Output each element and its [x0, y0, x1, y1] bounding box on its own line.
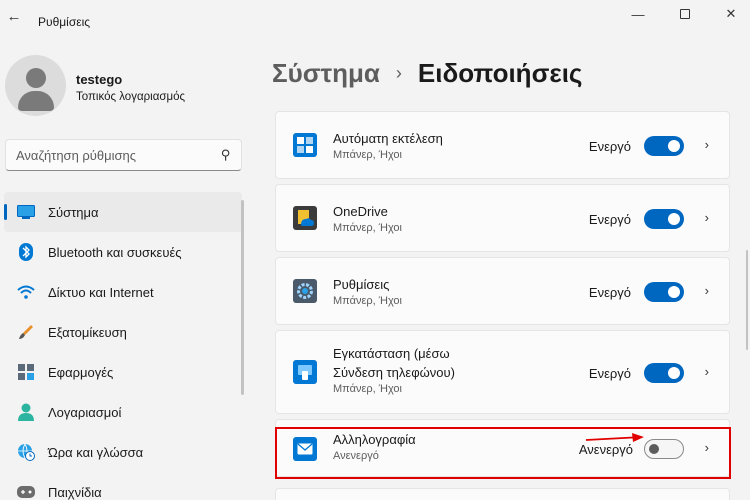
app-name: Ρυθμίσεις — [333, 277, 390, 292]
page-title: Ειδοποιήσεις — [417, 58, 583, 88]
title-bar: ← Ρυθμίσεις — ✕ — [0, 0, 750, 30]
bluetooth-icon — [16, 243, 36, 261]
chevron-right-icon[interactable]: › — [705, 137, 709, 152]
app-name-line1: Εγκατάσταση (μέσω — [333, 346, 450, 361]
chevron-right-icon[interactable]: › — [705, 364, 709, 379]
autoplay-icon — [293, 133, 317, 157]
app-row-onedrive[interactable]: OneDrive Μπάνερ, Ήχοι Ενεργό › — [275, 184, 730, 252]
arrow-left-icon: ← — [6, 7, 22, 25]
close-button[interactable]: ✕ — [708, 2, 750, 26]
sidebar-item-system[interactable]: Σύστημα — [4, 192, 242, 232]
search-icon[interactable]: ⚲ — [221, 147, 231, 163]
sidebar-nav: Σύστημα Bluetooth και συσκευές Δίκτυο κα… — [0, 192, 245, 500]
sidebar-item-time-language[interactable]: Ώρα και γλώσσα — [0, 432, 245, 472]
app-row-mail[interactable]: Αλληλογραφία Ανενεργό Ανενεργό › — [275, 419, 730, 477]
chevron-right-icon: › — [395, 63, 402, 83]
toggle-state-label: Ενεργό — [588, 366, 631, 381]
search-input[interactable]: Αναζήτηση ρύθμισης — [16, 148, 221, 163]
back-button[interactable]: ← — [0, 4, 28, 28]
minimize-button[interactable]: — — [615, 2, 661, 26]
sidebar-item-accounts[interactable]: Λογαριασμοί — [0, 392, 245, 432]
settings-gear-icon — [293, 279, 317, 303]
apps-icon — [16, 363, 36, 381]
avatar[interactable] — [5, 55, 66, 116]
sidebar-item-label: Bluetooth και συσκευές — [48, 244, 182, 260]
sidebar-item-label: Παιχνίδια — [48, 484, 102, 500]
paintbrush-icon — [16, 323, 36, 341]
app-name: OneDrive — [333, 204, 388, 219]
wifi-icon — [16, 283, 36, 301]
app-row-autoplay[interactable]: Αυτόματη εκτέλεση Μπάνερ, Ήχοι Ενεργό › — [275, 111, 730, 179]
onedrive-icon — [293, 206, 317, 230]
avatar-body-shape — [18, 91, 54, 111]
sidebar-item-personalization[interactable]: Εξατομίκευση — [0, 312, 245, 352]
notification-toggle[interactable] — [644, 363, 684, 383]
app-name-line2: Σύνδεση τηλεφώνου) — [333, 365, 455, 380]
app-notification-types: Μπάνερ, Ήχοι — [333, 222, 402, 234]
sidebar-item-label: Λογαριασμοί — [48, 404, 122, 420]
sidebar-item-gaming[interactable]: Παιχνίδια — [0, 472, 245, 500]
mail-icon — [293, 437, 317, 461]
notification-toggle[interactable] — [644, 136, 684, 156]
avatar-head-shape — [26, 68, 46, 88]
toggle-knob — [668, 286, 680, 298]
sidebar-item-network[interactable]: Δίκτυο και Internet — [0, 272, 245, 312]
app-row-phone-link-setup[interactable]: Εγκατάσταση (μέσω Σύνδεση τηλεφώνου) Μπά… — [275, 330, 730, 414]
app-notification-state: Ανενεργό — [333, 450, 379, 462]
gamepad-icon — [16, 483, 36, 500]
toggle-state-label: Ενεργό — [588, 139, 631, 154]
app-notification-types: Μπάνερ, Ήχοι — [333, 149, 402, 161]
toggle-knob — [649, 444, 659, 454]
person-icon — [16, 403, 36, 421]
toggle-knob — [668, 140, 680, 152]
notification-toggle[interactable] — [644, 439, 684, 459]
breadcrumb: Σύστημα › Ειδοποιήσεις — [272, 58, 582, 89]
sidebar-item-label: Εξατομίκευση — [48, 324, 127, 340]
annotation-arrow-icon — [585, 433, 644, 442]
sidebar-item-label: Σύστημα — [48, 204, 99, 220]
content-scrollbar[interactable] — [746, 250, 748, 350]
app-row-settings[interactable]: Ρυθμίσεις Μπάνερ, Ήχοι Ενεργό › — [275, 257, 730, 325]
sidebar-scrollbar[interactable] — [241, 200, 244, 395]
sidebar-item-bluetooth[interactable]: Bluetooth και συσκευές — [0, 232, 245, 272]
toggle-state-label: Ενεργό — [588, 285, 631, 300]
notification-toggle[interactable] — [644, 282, 684, 302]
sidebar-item-label: Ώρα και γλώσσα — [48, 444, 144, 460]
system-display-icon — [16, 203, 36, 221]
search-box[interactable]: Αναζήτηση ρύθμισης ⚲ — [5, 139, 242, 171]
sidebar-item-label: Δίκτυο και Internet — [48, 284, 154, 300]
app-name: Αυτόματη εκτέλεση — [333, 131, 443, 146]
toggle-state-label: Ενεργό — [588, 212, 631, 227]
toggle-knob — [668, 213, 680, 225]
maximize-button[interactable] — [662, 2, 708, 26]
globe-clock-icon — [16, 443, 36, 461]
app-notification-types: Μπάνερ, Ήχοι — [333, 295, 402, 307]
chevron-right-icon[interactable]: › — [705, 440, 709, 455]
chevron-right-icon[interactable]: › — [705, 283, 709, 298]
sidebar-item-label: Εφαρμογές — [48, 364, 114, 380]
sidebar-item-apps[interactable]: Εφαρμογές — [0, 352, 245, 392]
app-row-partial[interactable] — [275, 488, 730, 500]
notification-toggle[interactable] — [644, 209, 684, 229]
account-type: Τοπικός λογαριασμός — [76, 91, 186, 103]
chevron-right-icon[interactable]: › — [705, 210, 709, 225]
app-notification-list: Αυτόματη εκτέλεση Μπάνερ, Ήχοι Ενεργό › … — [275, 111, 730, 482]
maximize-icon — [680, 9, 690, 19]
app-title: Ρυθμίσεις — [38, 15, 91, 29]
toggle-knob — [668, 367, 680, 379]
breadcrumb-parent[interactable]: Σύστημα — [272, 58, 380, 89]
user-name: testego — [76, 72, 123, 87]
app-notification-types: Μπάνερ, Ήχοι — [333, 383, 402, 395]
phone-link-icon — [293, 360, 317, 384]
app-name: Αλληλογραφία — [333, 432, 416, 447]
